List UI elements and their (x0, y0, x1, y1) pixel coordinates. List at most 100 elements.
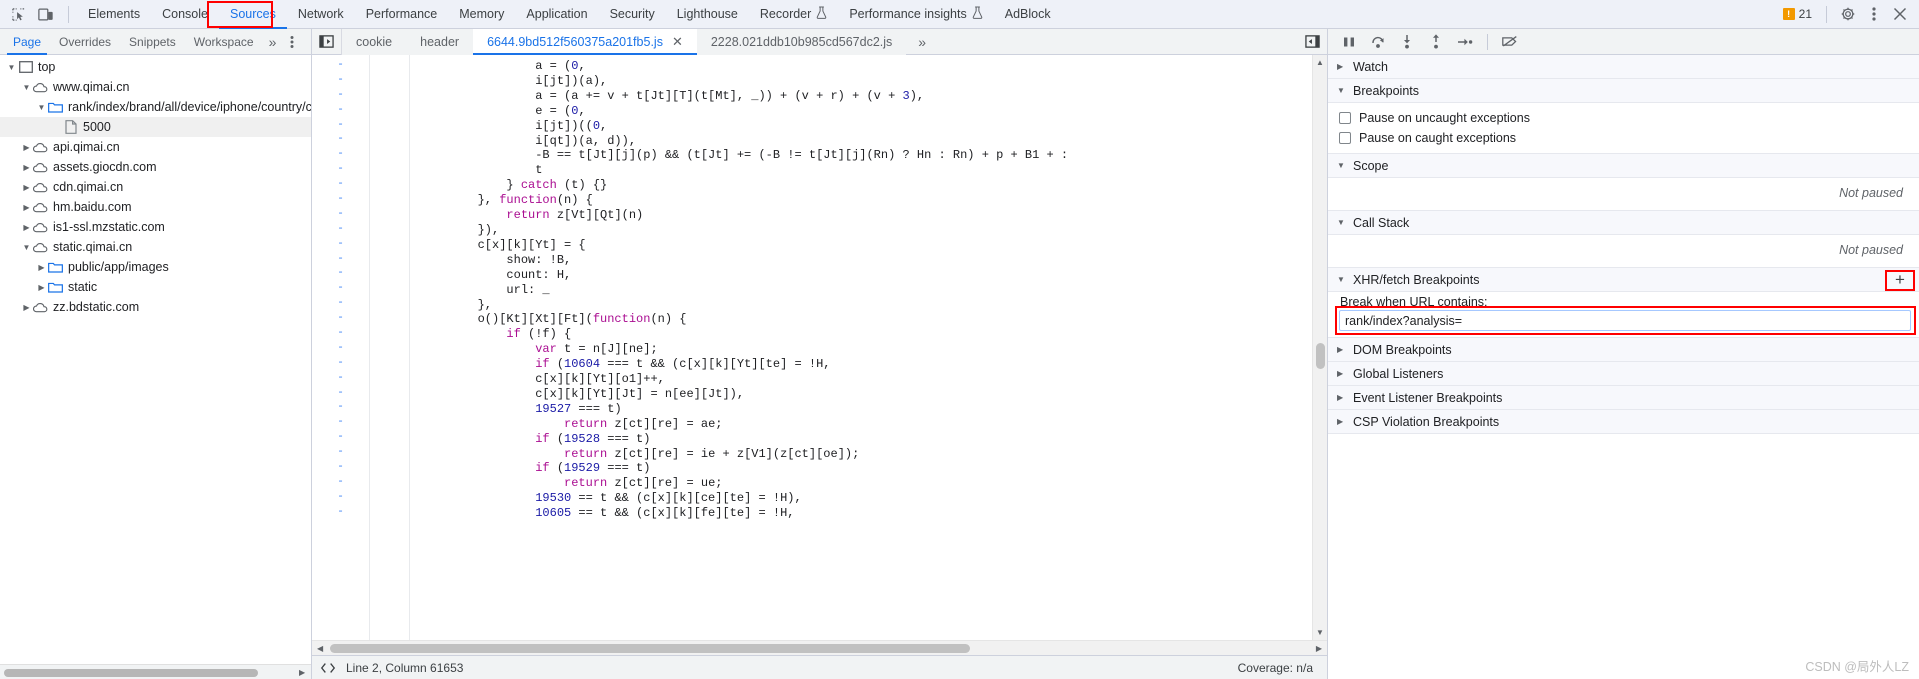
file-tab-6644[interactable]: 6644.9bd512f560375a201fb5.js ✕ (473, 28, 697, 55)
code-scroll-area[interactable]: a = (0, i[jt])(a), a = (a += v + t[Jt][T… (410, 55, 1312, 640)
section-label: Global Listeners (1353, 366, 1444, 381)
tab-recorder[interactable]: Recorder (749, 0, 838, 29)
scrollbar-thumb[interactable] (4, 669, 258, 677)
cloud-icon (32, 82, 49, 93)
code-horizontal-scrollbar[interactable]: ◀ ▶ (312, 640, 1327, 655)
section-scope[interactable]: ▼ Scope (1328, 154, 1919, 178)
file-tab-header[interactable]: header (406, 28, 474, 55)
scroll-right-arrow[interactable]: ▶ (1316, 644, 1322, 653)
chevron-right-icon[interactable]: ▶ (21, 143, 32, 152)
device-toolbar-icon[interactable] (32, 1, 60, 27)
pretty-print-icon[interactable] (320, 661, 336, 675)
tab-console[interactable]: Console (151, 0, 219, 29)
pause-on-caught-exceptions-row[interactable]: Pause on caught exceptions (1328, 128, 1919, 148)
navtab-page[interactable]: Page (4, 29, 50, 55)
tab-elements[interactable]: Elements (77, 0, 151, 29)
chevron-right-icon[interactable]: ▶ (21, 223, 32, 232)
checkbox[interactable] (1339, 112, 1351, 124)
xhr-breakpoints-pane: Break when URL contains: (1328, 292, 1919, 338)
tree-item[interactable]: ▶ zz.bdstatic.com (0, 297, 311, 317)
scope-empty-message: Not paused (1839, 186, 1903, 200)
tab-sources[interactable]: Sources (218, 0, 287, 29)
pause-resume-icon[interactable] (1336, 30, 1362, 54)
tab-application[interactable]: Application (515, 0, 598, 29)
tree-item[interactable]: ▼ top (0, 57, 311, 77)
tab-performance-insights[interactable]: Performance insights (838, 0, 993, 29)
gear-icon[interactable] (1835, 1, 1861, 27)
chevron-right-icon[interactable]: ▶ (21, 303, 32, 312)
tree-item[interactable]: ▼ www.qimai.cn (0, 77, 311, 97)
file-tabs-more-button[interactable]: » (906, 34, 938, 50)
tree-item[interactable]: ▶ is1-ssl.mzstatic.com (0, 217, 311, 237)
step-out-icon[interactable] (1423, 30, 1449, 54)
scroll-right-arrow[interactable]: ▶ (299, 668, 305, 677)
section-watch[interactable]: ▶ Watch (1328, 55, 1919, 79)
tree-item[interactable]: ▶ hm.baidu.com (0, 197, 311, 217)
section-xhr-fetch-breakpoints[interactable]: ▼ XHR/fetch Breakpoints + (1328, 268, 1919, 292)
tree-item[interactable]: ▶ static (0, 277, 311, 297)
tab-lighthouse[interactable]: Lighthouse (666, 0, 749, 29)
add-xhr-breakpoint-button[interactable]: + (1891, 271, 1909, 289)
scroll-down-arrow[interactable]: ▼ (1316, 625, 1324, 640)
inspect-element-icon[interactable] (4, 1, 32, 27)
scrollbar-thumb[interactable] (330, 644, 970, 653)
chevron-down-icon[interactable]: ▼ (21, 83, 32, 92)
pause-on-uncaught-exceptions-row[interactable]: Pause on uncaught exceptions (1328, 108, 1919, 128)
section-call-stack[interactable]: ▼ Call Stack (1328, 211, 1919, 235)
navtab-workspace[interactable]: Workspace (185, 29, 263, 55)
chevron-down-icon[interactable]: ▼ (21, 243, 32, 252)
tree-item[interactable]: ▼ rank/index/brand/all/device/iphone/coun… (0, 97, 311, 117)
code-vertical-scrollbar[interactable]: ▲ ▼ (1312, 55, 1327, 640)
chevron-right-icon[interactable]: ▶ (36, 283, 47, 292)
scroll-left-arrow[interactable]: ◀ (317, 644, 323, 653)
tab-adblock[interactable]: AdBlock (994, 0, 1062, 29)
close-icon[interactable] (1887, 1, 1913, 27)
navigator-more-tabs-button[interactable]: » (263, 34, 283, 50)
tab-memory[interactable]: Memory (448, 0, 515, 29)
scroll-up-arrow[interactable]: ▲ (1316, 55, 1324, 70)
show-debugger-sidebar-icon[interactable] (1297, 29, 1327, 55)
section-breakpoints[interactable]: ▼ Breakpoints (1328, 79, 1919, 103)
checkbox[interactable] (1339, 132, 1351, 144)
navigator-horizontal-scrollbar[interactable]: ▶ (0, 664, 311, 679)
xhr-breakpoint-url-input[interactable] (1339, 310, 1911, 331)
tree-item[interactable]: ▼ static.qimai.cn (0, 237, 311, 257)
scrollbar-thumb[interactable] (1316, 343, 1325, 369)
section-global-listeners[interactable]: ▶ Global Listeners (1328, 362, 1919, 386)
tree-item[interactable]: ▶ assets.giocdn.com (0, 157, 311, 177)
section-csp-violation-breakpoints[interactable]: ▶ CSP Violation Breakpoints (1328, 410, 1919, 434)
cloud-icon (32, 202, 49, 213)
file-tab-cookie[interactable]: cookie (342, 28, 407, 55)
chevron-right-icon[interactable]: ▶ (21, 163, 32, 172)
show-navigator-icon[interactable] (312, 28, 342, 55)
step-into-icon[interactable] (1394, 30, 1420, 54)
tree-item[interactable]: ▶5000 (0, 117, 311, 137)
step-icon[interactable] (1452, 30, 1478, 54)
tab-performance[interactable]: Performance (355, 0, 449, 29)
section-event-listener-breakpoints[interactable]: ▶ Event Listener Breakpoints (1328, 386, 1919, 410)
code-editor[interactable]: ------------------------------- a = (0, … (312, 55, 1327, 640)
tree-item[interactable]: ▶ api.qimai.cn (0, 137, 311, 157)
debugger-toolbar (1328, 29, 1919, 55)
file-tree[interactable]: ▼ top ▼ www.qimai.cn ▼ rank/index/brand/all/d… (0, 55, 311, 664)
tree-item[interactable]: ▶ public/app/images (0, 257, 311, 277)
chevron-right-icon[interactable]: ▶ (36, 263, 47, 272)
warning-badge[interactable]: ! 21 (1782, 7, 1812, 21)
step-over-icon[interactable] (1365, 30, 1391, 54)
section-dom-breakpoints[interactable]: ▶ DOM Breakpoints (1328, 338, 1919, 362)
kebab-menu-icon[interactable] (1861, 1, 1887, 27)
chevron-down-icon[interactable]: ▼ (36, 103, 47, 112)
navtab-snippets[interactable]: Snippets (120, 29, 185, 55)
navigator-kebab-menu-icon[interactable] (282, 35, 302, 49)
tab-network[interactable]: Network (287, 0, 355, 29)
file-tab-2228[interactable]: 2228.021ddb10b985cd567dc2.js (696, 28, 907, 55)
deactivate-breakpoints-icon[interactable] (1497, 30, 1523, 54)
chevron-right-icon[interactable]: ▶ (21, 183, 32, 192)
chevron-right-icon[interactable]: ▶ (21, 203, 32, 212)
chevron-down-icon[interactable]: ▼ (6, 63, 17, 72)
watermark: CSDN @局外人LZ (1805, 660, 1909, 674)
navtab-overrides[interactable]: Overrides (50, 29, 120, 55)
tree-item[interactable]: ▶ cdn.qimai.cn (0, 177, 311, 197)
close-tab-icon[interactable]: ✕ (672, 35, 683, 48)
tab-security[interactable]: Security (599, 0, 666, 29)
